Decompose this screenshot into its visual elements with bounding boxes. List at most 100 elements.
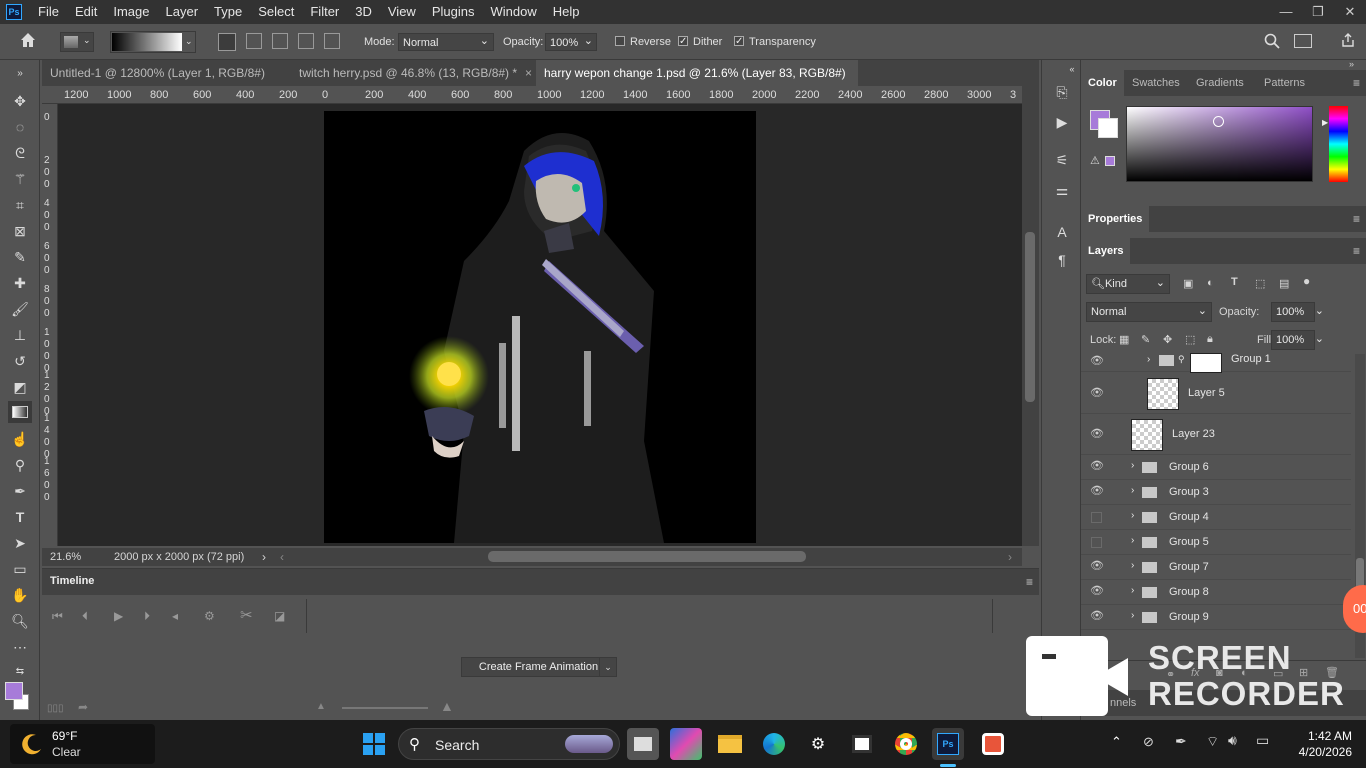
tab-twitch-herry[interactable]: twitch herry.psd @ 46.8% (13, RGB/8#) * ×: [291, 60, 535, 86]
hue-slider[interactable]: [1329, 106, 1348, 182]
filter-shape-icon[interactable]: ⬚: [1255, 277, 1265, 290]
tab-gradients[interactable]: Gradients: [1189, 70, 1251, 96]
more-tools-icon[interactable]: ⋯: [8, 636, 32, 658]
weather-widget[interactable]: 69°F Clear: [10, 724, 155, 764]
layer-row-layer-23[interactable]: 👁︎ Layer 23: [1081, 414, 1351, 455]
brush-tool-icon[interactable]: 🖌: [8, 298, 32, 320]
history-icon[interactable]: ⎘: [1052, 82, 1072, 102]
layer-row-group-5[interactable]: › Group 5: [1081, 530, 1351, 555]
audio-icon[interactable]: ◂: [172, 609, 178, 623]
visibility-eye-icon[interactable]: 👁︎: [1090, 356, 1104, 367]
filter-adjustment-icon[interactable]: ◐: [1207, 277, 1214, 289]
chevron-right-icon[interactable]: ›: [1131, 610, 1134, 621]
gradient-picker[interactable]: ⌄: [110, 31, 196, 53]
gradient-tool-icon[interactable]: [8, 401, 32, 423]
screen-recorder-icon[interactable]: [977, 728, 1009, 760]
pen-icon[interactable]: ✒: [1175, 733, 1187, 750]
linear-gradient-icon[interactable]: [218, 33, 236, 51]
panel-menu-icon[interactable]: ≡: [1353, 212, 1360, 226]
office-app-icon[interactable]: ⚙: [802, 728, 834, 760]
create-frame-animation-button[interactable]: Create Frame Animation: [461, 657, 616, 677]
healing-brush-tool-icon[interactable]: ✚: [8, 272, 32, 294]
chevron-right-icon[interactable]: ›: [1131, 510, 1134, 521]
tab-layers[interactable]: Layers: [1081, 238, 1131, 264]
eraser-tool-icon[interactable]: ◩: [8, 376, 32, 398]
menu-3d[interactable]: 3D: [347, 0, 380, 24]
layer-row-layer-5[interactable]: 👁︎ Layer 5: [1081, 372, 1351, 414]
visibility-eye-icon[interactable]: 👁︎: [1090, 561, 1104, 572]
layer-name[interactable]: Group 9: [1169, 611, 1209, 623]
menu-view[interactable]: View: [380, 0, 424, 24]
path-selection-tool-icon[interactable]: ➤: [8, 532, 32, 554]
radial-gradient-icon[interactable]: [246, 33, 262, 49]
chevron-up-icon[interactable]: ⌃: [1111, 734, 1122, 750]
lock-artboard-icon[interactable]: ⬚: [1185, 333, 1195, 346]
chevron-right-icon[interactable]: ›: [1131, 535, 1134, 546]
clock-time[interactable]: 1:42 AM: [1290, 729, 1352, 743]
vertical-scroll-thumb[interactable]: [1025, 232, 1035, 402]
tab-color[interactable]: Color: [1081, 70, 1124, 96]
taskbar-search[interactable]: ⚲ Search: [398, 728, 620, 760]
horizontal-scroll-thumb[interactable]: [488, 551, 806, 562]
restore-button[interactable]: ❐: [1302, 0, 1334, 24]
layer-name[interactable]: Layer 5: [1188, 387, 1225, 399]
zoom-in-icon[interactable]: ▲: [440, 698, 454, 714]
transition-icon[interactable]: ◪: [274, 609, 285, 623]
layer-opacity-input[interactable]: 100% ⌄: [1271, 302, 1324, 322]
rectangle-tool-icon[interactable]: ▭: [8, 558, 32, 580]
panel-menu-icon[interactable]: ≡: [1026, 575, 1033, 589]
layer-row-group-8[interactable]: 👁︎ › Group 8: [1081, 580, 1351, 605]
next-frame-icon[interactable]: ⏵: [144, 609, 150, 624]
close-button[interactable]: ✕: [1334, 0, 1366, 24]
tab-untitled-1[interactable]: Untitled-1 @ 12800% (Layer 1, RGB/8#) *×: [42, 60, 286, 106]
artwork-canvas[interactable]: [324, 111, 756, 543]
clone-stamp-tool-icon[interactable]: ⊥: [8, 324, 32, 346]
reflected-gradient-icon[interactable]: [298, 33, 314, 49]
microsoft-store-icon[interactable]: [846, 728, 878, 760]
edge-browser-icon[interactable]: [758, 728, 790, 760]
panel-menu-icon[interactable]: ≡: [1353, 76, 1360, 90]
character-icon[interactable]: A: [1052, 222, 1072, 242]
close-icon[interactable]: ×: [525, 66, 532, 80]
scroll-right-icon[interactable]: ›: [1008, 550, 1012, 564]
previous-frame-icon[interactable]: ⏴: [82, 609, 88, 624]
chevron-right-icon[interactable]: ›: [1131, 485, 1134, 496]
microsoft-365-icon[interactable]: [670, 728, 702, 760]
tab-swatches[interactable]: Swatches: [1125, 70, 1187, 96]
smudge-tool-icon[interactable]: ☝: [8, 428, 32, 450]
zoom-level[interactable]: 21.6%: [50, 551, 81, 563]
paragraph-icon[interactable]: ¶: [1052, 250, 1072, 270]
mode-select[interactable]: Normal ⌄: [398, 33, 494, 51]
filter-type-icon[interactable]: T: [1231, 276, 1238, 288]
settings-gear-icon[interactable]: ⚙: [204, 609, 215, 623]
chevron-right-icon[interactable]: ›: [1131, 460, 1134, 471]
dodge-tool-icon[interactable]: ⚲: [8, 454, 32, 476]
zoom-slider[interactable]: [342, 707, 428, 709]
chevron-right-icon[interactable]: ›: [1131, 560, 1134, 571]
layer-name[interactable]: Group 3: [1169, 486, 1209, 498]
menu-window[interactable]: Window: [482, 0, 544, 24]
layer-name[interactable]: Layer 23: [1172, 428, 1215, 440]
layer-row-group-7[interactable]: 👁︎ › Group 7: [1081, 555, 1351, 580]
fill-input[interactable]: 100% ⌄: [1271, 330, 1324, 350]
layer-filter-select[interactable]: 🔍︎Kind ⌄: [1086, 274, 1170, 294]
gamut-color-swatch[interactable]: [1105, 156, 1115, 166]
menu-layer[interactable]: Layer: [158, 0, 207, 24]
history-brush-tool-icon[interactable]: ↺: [8, 350, 32, 372]
menu-file[interactable]: File: [30, 0, 67, 24]
hidden-icons-icon[interactable]: ⊘: [1143, 734, 1154, 750]
color-picker-cursor[interactable]: [1213, 116, 1224, 127]
visibility-eye-icon[interactable]: 👁︎: [1090, 429, 1104, 440]
diamond-gradient-icon[interactable]: [324, 33, 340, 49]
first-frame-icon[interactable]: ⏮: [52, 609, 63, 624]
task-view-icon[interactable]: [627, 728, 659, 760]
collapse-icon[interactable]: »: [8, 62, 32, 84]
layer-name[interactable]: Group 1: [1231, 353, 1271, 365]
hue-slider-arrow-icon[interactable]: ▶: [1322, 118, 1328, 127]
lock-image-icon[interactable]: ✎: [1141, 333, 1150, 346]
workspace-icon[interactable]: [1294, 34, 1312, 48]
actions-play-icon[interactable]: ▶: [1052, 112, 1072, 132]
minimize-button[interactable]: —: [1270, 0, 1302, 24]
photoshop-taskbar-icon[interactable]: Ps: [932, 728, 964, 760]
volume-icon[interactable]: 🔊︎: [1228, 732, 1237, 749]
